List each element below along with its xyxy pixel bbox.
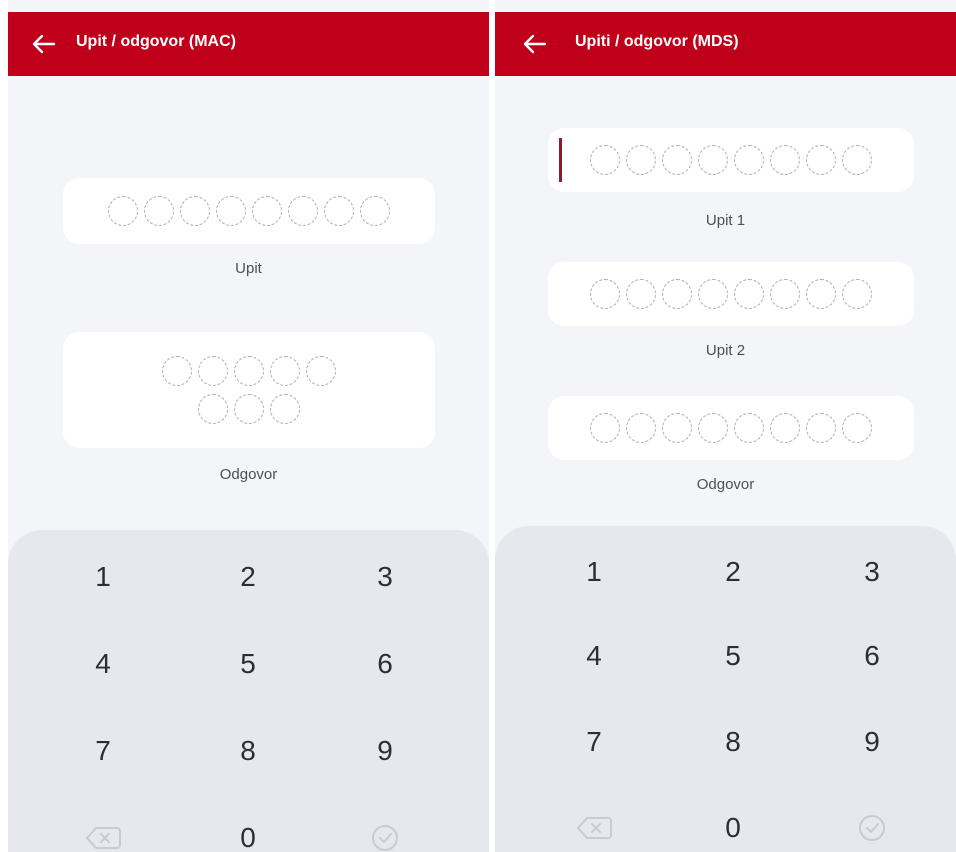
key-2[interactable]: 2	[193, 547, 303, 607]
pin-digit	[306, 356, 336, 386]
pin-digit	[734, 413, 764, 443]
query-1-pin-field[interactable]	[548, 128, 914, 192]
pin-digit	[324, 196, 354, 226]
app-bar: Upiti / odgovor (MDS)	[495, 12, 956, 76]
pin-digit	[806, 279, 836, 309]
backspace-icon	[86, 827, 121, 849]
query-label: Upit	[235, 260, 262, 277]
key-5[interactable]: 5	[193, 634, 303, 694]
pin-digit	[360, 196, 390, 226]
pin-digit	[288, 196, 318, 226]
confirm-button[interactable]	[330, 810, 440, 852]
key-3[interactable]: 3	[330, 547, 440, 607]
pin-digit	[662, 145, 692, 175]
query-1-label: Upit 1	[705, 212, 746, 229]
pin-digit	[698, 145, 728, 175]
pin-digit	[270, 394, 300, 424]
pin-digit	[698, 413, 728, 443]
pin-digit	[180, 196, 210, 226]
pin-digit	[734, 145, 764, 175]
pin-digit	[626, 279, 656, 309]
screen-mac: Upit / odgovor (MAC) Upit Odgovor 1 2 3 …	[8, 0, 489, 852]
key-0[interactable]: 0	[678, 798, 788, 852]
pin-digit	[198, 394, 228, 424]
pin-digit	[698, 279, 728, 309]
pin-digit	[806, 413, 836, 443]
key-6[interactable]: 6	[817, 626, 927, 686]
confirm-button[interactable]	[817, 800, 927, 852]
pin-digit	[162, 356, 192, 386]
pin-digit	[234, 356, 264, 386]
backspace-button[interactable]	[539, 800, 649, 852]
query-2-pin-field[interactable]	[548, 262, 914, 326]
pin-digit	[842, 145, 872, 175]
key-1[interactable]: 1	[539, 542, 649, 602]
key-8[interactable]: 8	[193, 721, 303, 781]
pin-digit	[198, 356, 228, 386]
key-4[interactable]: 4	[48, 634, 158, 694]
key-7[interactable]: 7	[48, 721, 158, 781]
pin-digit	[662, 413, 692, 443]
pin-digit	[626, 413, 656, 443]
key-5[interactable]: 5	[678, 626, 788, 686]
answer-label: Odgovor	[696, 476, 755, 493]
pin-digit	[842, 413, 872, 443]
pin-digit	[806, 145, 836, 175]
pin-digit	[770, 279, 800, 309]
key-9[interactable]: 9	[330, 721, 440, 781]
answer-pin-field[interactable]	[63, 332, 435, 448]
key-0[interactable]: 0	[193, 808, 303, 852]
page-title: Upit / odgovor (MAC)	[76, 33, 236, 50]
numeric-keypad: 1 2 3 4 5 6 7 8 9 0	[8, 530, 489, 852]
back-arrow-icon[interactable]	[521, 32, 547, 56]
pin-digit	[770, 413, 800, 443]
answer-label: Odgovor	[219, 466, 278, 483]
key-8[interactable]: 8	[678, 712, 788, 772]
pin-digit	[770, 145, 800, 175]
key-2[interactable]: 2	[678, 542, 788, 602]
pin-digit	[626, 145, 656, 175]
text-cursor	[559, 138, 562, 182]
key-4[interactable]: 4	[539, 626, 649, 686]
pin-digit	[108, 196, 138, 226]
screen-mds: Upiti / odgovor (MDS) Upit 1 Upit 2 Odgo…	[495, 0, 956, 852]
pin-digit	[590, 145, 620, 175]
pin-digit	[144, 196, 174, 226]
app-bar: Upit / odgovor (MAC)	[8, 12, 489, 76]
pin-digit	[234, 394, 264, 424]
backspace-button[interactable]	[48, 810, 158, 852]
pin-digit	[590, 413, 620, 443]
key-7[interactable]: 7	[539, 712, 649, 772]
page-title: Upiti / odgovor (MDS)	[575, 33, 739, 50]
numeric-keypad: 1 2 3 4 5 6 7 8 9 0	[495, 526, 956, 852]
pin-digit	[842, 279, 872, 309]
check-circle-icon	[372, 825, 398, 851]
key-1[interactable]: 1	[48, 547, 158, 607]
back-arrow-icon[interactable]	[30, 32, 56, 56]
pin-digit	[270, 356, 300, 386]
query-pin-field[interactable]	[63, 178, 435, 244]
pin-digit	[734, 279, 764, 309]
pin-digit	[216, 196, 246, 226]
key-6[interactable]: 6	[330, 634, 440, 694]
backspace-icon	[577, 817, 612, 839]
pin-digit	[252, 196, 282, 226]
check-circle-icon	[859, 815, 885, 841]
query-2-label: Upit 2	[705, 342, 746, 359]
pin-digit	[662, 279, 692, 309]
key-3[interactable]: 3	[817, 542, 927, 602]
answer-pin-field[interactable]	[548, 396, 914, 460]
key-9[interactable]: 9	[817, 712, 927, 772]
pin-digit	[590, 279, 620, 309]
